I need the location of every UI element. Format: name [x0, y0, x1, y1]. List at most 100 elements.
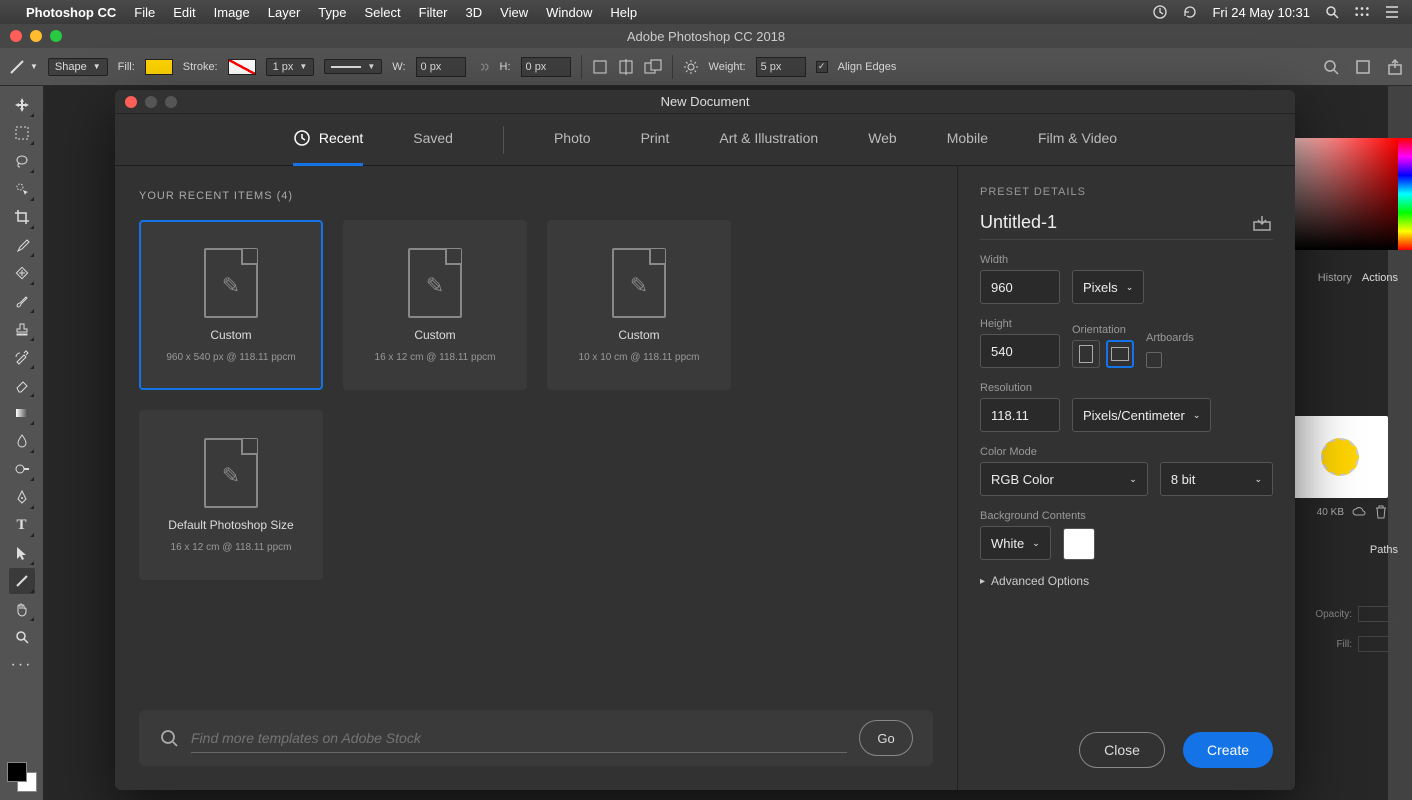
save-preset-icon[interactable]	[1251, 214, 1273, 232]
resolution-value-input[interactable]	[980, 398, 1060, 432]
go-button[interactable]: Go	[859, 720, 913, 756]
lasso-tool[interactable]	[9, 148, 35, 174]
fill-color-swatch[interactable]	[145, 59, 173, 75]
menu-type[interactable]: Type	[318, 5, 346, 20]
path-align-icon[interactable]	[618, 59, 634, 75]
tab-photo[interactable]: Photo	[554, 114, 591, 166]
tool-preset-icon[interactable]: ▼	[8, 58, 38, 76]
window-close-button[interactable]	[10, 30, 22, 42]
menu-view[interactable]: View	[500, 5, 528, 20]
library-thumbnail[interactable]	[1292, 416, 1388, 498]
edit-toolbar-icon[interactable]: ···	[9, 652, 35, 678]
menu-edit[interactable]: Edit	[173, 5, 195, 20]
stroke-color-swatch[interactable]	[228, 59, 256, 75]
notifications-icon[interactable]	[1384, 4, 1400, 20]
tab-film[interactable]: Film & Video	[1038, 114, 1117, 166]
height-input[interactable]	[521, 57, 571, 77]
preset-card-2[interactable]: ✎ Custom 10 x 10 cm @ 118.11 ppcm	[547, 220, 731, 390]
marquee-tool[interactable]	[9, 120, 35, 146]
menu-help[interactable]: Help	[610, 5, 637, 20]
eyedropper-tool[interactable]	[9, 232, 35, 258]
control-center-icon[interactable]	[1354, 4, 1370, 20]
menu-3d[interactable]: 3D	[466, 5, 483, 20]
gradient-tool[interactable]	[9, 400, 35, 426]
actions-panel-tab[interactable]: Actions	[1362, 272, 1398, 284]
pen-tool[interactable]	[9, 484, 35, 510]
bit-depth-dropdown[interactable]: 8 bit⌄	[1160, 462, 1273, 496]
hand-tool[interactable]	[9, 596, 35, 622]
path-ops-icon[interactable]	[592, 59, 608, 75]
path-arrange-icon[interactable]	[644, 59, 662, 75]
dialog-close-button[interactable]	[125, 96, 137, 108]
preset-card-3[interactable]: ✎ Default Photoshop Size 16 x 12 cm @ 11…	[139, 410, 323, 580]
shape-mode-dropdown[interactable]: Shape▼	[48, 58, 108, 76]
path-select-tool[interactable]	[9, 540, 35, 566]
history-panel-tab[interactable]: History	[1318, 272, 1352, 284]
menubar-datetime[interactable]: Fri 24 May 10:31	[1212, 5, 1310, 20]
dodge-tool[interactable]	[9, 456, 35, 482]
window-minimize-button[interactable]	[30, 30, 42, 42]
stamp-tool[interactable]	[9, 316, 35, 342]
color-mode-dropdown[interactable]: RGB Color⌄	[980, 462, 1148, 496]
search-icon[interactable]	[1322, 58, 1340, 76]
quick-select-tool[interactable]	[9, 176, 35, 202]
type-tool[interactable]: T	[9, 512, 35, 538]
height-value-input[interactable]	[980, 334, 1060, 368]
stock-search-input[interactable]	[191, 724, 847, 753]
width-value-input[interactable]	[980, 270, 1060, 304]
app-name[interactable]: Photoshop CC	[26, 5, 116, 20]
tab-mobile[interactable]: Mobile	[947, 114, 988, 166]
zoom-tool[interactable]	[9, 624, 35, 650]
fg-bg-colors[interactable]	[7, 762, 37, 792]
preset-card-1[interactable]: ✎ Custom 16 x 12 cm @ 118.11 ppcm	[343, 220, 527, 390]
close-button[interactable]: Close	[1079, 732, 1165, 768]
history-brush-tool[interactable]	[9, 344, 35, 370]
menu-select[interactable]: Select	[364, 5, 400, 20]
eraser-tool[interactable]	[9, 372, 35, 398]
resolution-unit-dropdown[interactable]: Pixels/Centimeter⌄	[1072, 398, 1211, 432]
tab-art[interactable]: Art & Illustration	[719, 114, 818, 166]
window-maximize-button[interactable]	[50, 30, 62, 42]
brush-tool[interactable]	[9, 288, 35, 314]
tab-recent[interactable]: Recent	[293, 114, 363, 166]
spotlight-icon[interactable]	[1324, 4, 1340, 20]
preset-card-0[interactable]: ✎ Custom 960 x 540 px @ 118.11 ppcm	[139, 220, 323, 390]
layer-fill-field[interactable]	[1358, 636, 1398, 652]
gear-icon[interactable]	[683, 59, 699, 75]
menu-layer[interactable]: Layer	[268, 5, 301, 20]
width-input[interactable]	[416, 57, 466, 77]
document-name-field[interactable]: Untitled-1	[980, 212, 1241, 233]
advanced-options-toggle[interactable]: ▸ Advanced Options	[980, 574, 1273, 588]
bg-contents-dropdown[interactable]: White⌄	[980, 526, 1051, 560]
frame-icon[interactable]	[1354, 58, 1372, 76]
link-wh-icon[interactable]	[476, 60, 490, 74]
stroke-style-dropdown[interactable]: ▼	[324, 59, 382, 74]
tab-web[interactable]: Web	[868, 114, 897, 166]
width-unit-dropdown[interactable]: Pixels⌄	[1072, 270, 1144, 304]
tab-print[interactable]: Print	[641, 114, 670, 166]
blur-tool[interactable]	[9, 428, 35, 454]
move-tool[interactable]	[9, 92, 35, 118]
backup-icon[interactable]	[1182, 4, 1198, 20]
healing-tool[interactable]	[9, 260, 35, 286]
time-machine-icon[interactable]	[1152, 4, 1168, 20]
hue-slider[interactable]	[1398, 138, 1412, 250]
artboards-checkbox[interactable]	[1146, 352, 1162, 368]
trash-icon[interactable]	[1374, 505, 1388, 519]
bg-color-swatch[interactable]	[1063, 528, 1095, 560]
orientation-portrait-button[interactable]	[1072, 340, 1100, 368]
share-icon[interactable]	[1386, 58, 1404, 76]
create-button[interactable]: Create	[1183, 732, 1273, 768]
line-tool[interactable]	[9, 568, 35, 594]
tab-saved[interactable]: Saved	[413, 114, 453, 166]
stroke-width-dropdown[interactable]: 1 px▼	[266, 58, 315, 76]
crop-tool[interactable]	[9, 204, 35, 230]
menu-image[interactable]: Image	[214, 5, 250, 20]
paths-panel-tab[interactable]: Paths	[1370, 544, 1398, 556]
orientation-landscape-button[interactable]	[1106, 340, 1134, 368]
menu-window[interactable]: Window	[546, 5, 592, 20]
align-edges-checkbox[interactable]	[816, 61, 828, 73]
menu-filter[interactable]: Filter	[419, 5, 448, 20]
weight-input[interactable]	[756, 57, 806, 77]
menu-file[interactable]: File	[134, 5, 155, 20]
